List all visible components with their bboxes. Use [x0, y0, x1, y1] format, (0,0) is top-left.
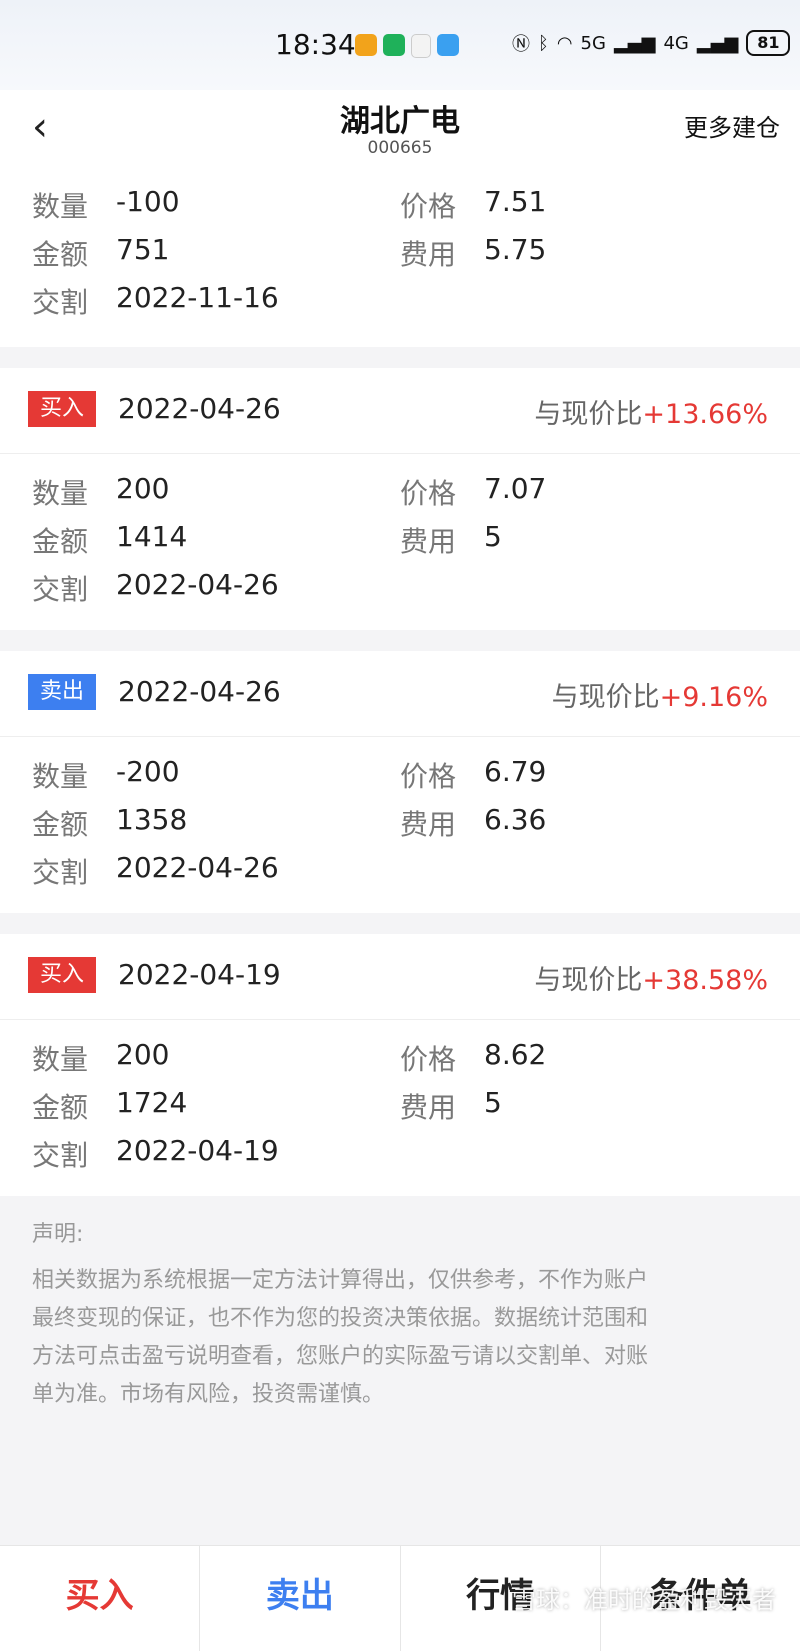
battery-icon: 81: [746, 30, 791, 56]
disclaimer-line: 单为准。市场有风险，投资需谨慎。: [32, 1382, 385, 1407]
disclaimer: 声明: 相关数据为系统根据一定方法计算得出，仅供参考，不作为账户 最终变现的保证…: [0, 1196, 800, 1414]
more-positions-button[interactable]: 更多建仓: [684, 108, 780, 143]
fee-value: 5.75: [484, 233, 547, 266]
amount-label: 金额: [32, 808, 89, 841]
trade-card[interactable]: 买入 2022-04-26 与现价比+13.66% 数量 200 价格 7.07 金…: [0, 368, 800, 630]
price-label: 价格: [400, 190, 457, 223]
price-value: 7.51: [484, 185, 547, 218]
amount-value: 1414: [116, 520, 188, 553]
compare-current-price: 与现价比+38.58%: [534, 965, 768, 996]
settle-label: 交割: [32, 856, 89, 889]
trade-card[interactable]: 卖出 2022-04-26 与现价比+9.16% 数量 -200 价格 6.79 金…: [0, 651, 800, 913]
settle-value: 2022-04-26: [116, 851, 279, 884]
qty-label: 数量: [32, 1043, 89, 1076]
status-time: 18:34: [275, 28, 356, 61]
amount-value: 751: [116, 233, 170, 266]
disclaimer-line: 最终变现的保证，也不作为您的投资决策依据。数据统计范围和: [32, 1306, 649, 1331]
fee-label: 费用: [400, 1091, 457, 1124]
price-label: 价格: [400, 1043, 457, 1076]
nfc-icon: Ⓝ: [512, 34, 530, 55]
trade-list: 数量 -100 价格 7.51 金额 751 费用 5.75 交割 2022-11-16 …: [0, 165, 800, 1414]
trade-date: 2022-04-19: [118, 958, 281, 991]
fee-label: 费用: [400, 525, 457, 558]
wifi-icon: ◠: [556, 32, 573, 54]
nav-bar: ‹ 湖北广电 000665 更多建仓: [0, 90, 800, 165]
notification-icons: [355, 34, 459, 58]
settle-value: 2022-04-26: [116, 568, 279, 601]
amount-label: 金额: [32, 1091, 89, 1124]
price-value: 6.79: [484, 755, 547, 788]
buy-badge: 买入: [28, 391, 96, 427]
settle-value: 2022-11-16: [116, 281, 279, 314]
price-value: 7.07: [484, 472, 547, 505]
signal-bars-icon-2: ▂▄▆: [696, 32, 739, 54]
settle-value: 2022-04-19: [116, 1134, 279, 1167]
status-bar: 18:34 Ⓝ ᛒ ◠ 5G ▂▄▆ 4G ▂▄▆ 81: [0, 0, 800, 90]
signal-bars-icon: ▂▄▆: [613, 32, 656, 54]
compare-percent: +38.58%: [642, 965, 768, 996]
compare-percent: +9.16%: [659, 682, 768, 713]
qty-value: -200: [116, 755, 180, 788]
status-icons: Ⓝ ᛒ ◠ 5G ▂▄▆ 4G ▂▄▆ 81: [512, 30, 791, 56]
settle-label: 交割: [32, 573, 89, 606]
qty-label: 数量: [32, 477, 89, 510]
price-value: 8.62: [484, 1038, 547, 1071]
disclaimer-title: 声明:: [32, 1222, 84, 1247]
amount-value: 1724: [116, 1086, 188, 1119]
qty-label: 数量: [32, 190, 89, 223]
qty-label: 数量: [32, 760, 89, 793]
chat-notification-icon: [383, 34, 405, 56]
fee-value: 5: [484, 520, 502, 553]
signal-4g-label: 4G: [663, 32, 689, 54]
page-title: 湖北广电: [340, 104, 460, 139]
watermark: 雪球：准时的盈利毁灭者: [512, 1586, 776, 1614]
fee-value: 6.36: [484, 803, 547, 836]
qty-value: 200: [116, 1038, 170, 1071]
amount-value: 1358: [116, 803, 188, 836]
amount-label: 金额: [32, 238, 89, 271]
qty-value: 200: [116, 472, 170, 505]
trade-date: 2022-04-26: [118, 392, 281, 425]
signal-5g-label: 5G: [580, 32, 606, 54]
bluetooth-icon: ᛒ: [538, 32, 549, 54]
fee-value: 5: [484, 1086, 502, 1119]
disclaimer-line: 相关数据为系统根据一定方法计算得出，仅供参考，不作为账户: [32, 1268, 649, 1293]
trade-card-partial: 数量 -100 价格 7.51 金额 751 费用 5.75 交割 2022-11-16: [0, 165, 800, 347]
stock-code: 000665: [367, 138, 433, 158]
mail-notification-icon: [411, 34, 431, 58]
sell-badge: 卖出: [28, 674, 96, 710]
buy-badge: 买入: [28, 957, 96, 993]
buy-button[interactable]: 买入: [0, 1546, 201, 1651]
sell-button[interactable]: 卖出: [200, 1546, 401, 1651]
price-label: 价格: [400, 760, 457, 793]
trade-date: 2022-04-26: [118, 675, 281, 708]
compare-percent: +13.66%: [642, 399, 768, 430]
settle-label: 交割: [32, 1139, 89, 1172]
settle-label: 交割: [32, 286, 89, 319]
app-notification-icon: [355, 34, 377, 56]
fee-label: 费用: [400, 238, 457, 271]
disclaimer-line: 方法可点击盈亏说明查看，您账户的实际盈亏请以交割单、对账: [32, 1344, 649, 1369]
amount-label: 金额: [32, 525, 89, 558]
weather-notification-icon: [437, 34, 459, 56]
qty-value: -100: [116, 185, 180, 218]
trade-card[interactable]: 买入 2022-04-19 与现价比+38.58% 数量 200 价格 8.62 金…: [0, 934, 800, 1196]
compare-current-price: 与现价比+9.16%: [551, 682, 768, 713]
compare-current-price: 与现价比+13.66%: [534, 399, 768, 430]
price-label: 价格: [400, 477, 457, 510]
fee-label: 费用: [400, 808, 457, 841]
